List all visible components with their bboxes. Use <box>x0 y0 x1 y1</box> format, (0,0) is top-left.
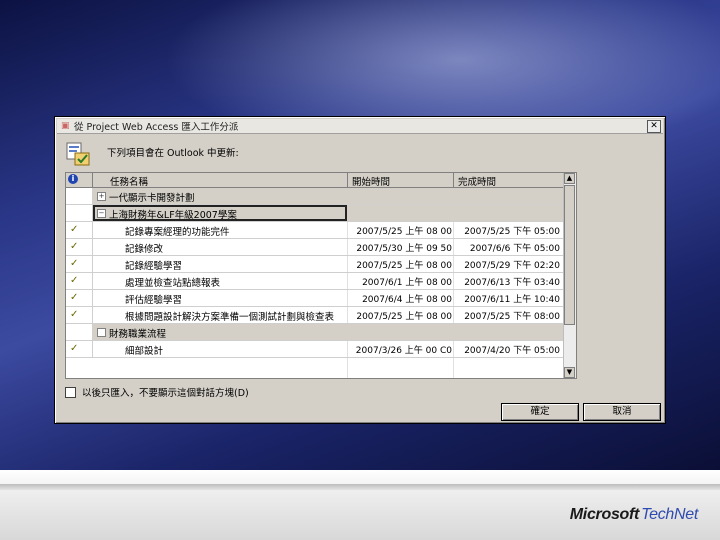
dialog-titlebar[interactable]: ▣ 從 Project Web Access 匯入工作分派 ✕ <box>57 119 663 134</box>
task-name: 記錄修改 <box>125 244 164 255</box>
column-header-name[interactable]: 任務名稱 <box>110 174 148 188</box>
task-name: 細部設計 <box>125 346 164 357</box>
table-row[interactable]: ✓ 記錄專案經理的功能完件 2007/5/25 上午 08 00 2007/5/… <box>66 222 576 239</box>
task-name: 評估經驗學習 <box>125 295 183 306</box>
task-start: 2007/6/1 上午 08 00 <box>362 278 452 288</box>
task-check-icon: ✓ <box>70 343 79 354</box>
assignments-grid: i 任務名稱 開始時間 完成時間 + 一代顯示卡開發計劃 − 上海財務年&LF年… <box>65 172 577 379</box>
app-icon: ▣ <box>61 121 70 131</box>
task-check-icon: ✓ <box>70 241 79 252</box>
task-end: 2007/4/20 下午 05:00 <box>464 346 560 356</box>
info-icon: i <box>68 174 78 184</box>
task-end: 2007/5/25 下午 05:00 <box>464 227 560 237</box>
suppress-dialog-label: 以後只匯入，不要顯示這個對話方塊(D) <box>82 388 249 399</box>
task-check-icon: ✓ <box>70 309 79 320</box>
suppress-dialog-option[interactable]: 以後只匯入，不要顯示這個對話方塊(D) <box>65 385 249 399</box>
ok-button[interactable]: 確定 <box>501 403 579 421</box>
cancel-button[interactable]: 取消 <box>583 403 661 421</box>
task-name: 記錄專案經理的功能完件 <box>125 227 230 238</box>
expand-icon[interactable]: + <box>97 192 106 201</box>
task-rows: + 一代顯示卡開發計劃 − 上海財務年&LF年級2007學案 ✓ 記錄專案經理的… <box>66 188 576 358</box>
task-start: 2007/5/25 上午 08 00 <box>356 312 452 322</box>
task-start: 2007/6/4 上午 08 00 <box>362 295 452 305</box>
task-end: 2007/6/6 下午 05:00 <box>469 244 560 254</box>
task-check-icon: ✓ <box>70 224 79 235</box>
technet-logo: Microsoft TechNet <box>569 506 699 524</box>
column-header-end[interactable]: 完成時間 <box>458 174 496 188</box>
table-row[interactable]: − 上海財務年&LF年級2007學案 <box>66 205 576 222</box>
table-row[interactable]: ✓ 根據問題設計解決方案準備一個測試計劃與檢查表 2007/5/25 上午 08… <box>66 307 576 324</box>
import-assignments-dialog: ▣ 從 Project Web Access 匯入工作分派 ✕ 下列項目會在 O… <box>54 116 666 424</box>
task-start: 2007/5/25 上午 08 00 <box>356 227 452 237</box>
task-name: 上海財務年&LF年級2007學案 <box>109 210 237 221</box>
task-start: 2007/5/30 上午 09 50 <box>356 244 452 254</box>
task-check-icon: ✓ <box>70 292 79 303</box>
table-row[interactable]: ✓ 處理並檢查站點總報表 2007/6/1 上午 08 00 2007/6/13… <box>66 273 576 290</box>
close-button[interactable]: ✕ <box>647 120 661 133</box>
brand-suffix: TechNet <box>641 506 698 523</box>
update-prompt: 下列項目會在 Outlook 中更新: <box>107 148 239 159</box>
table-row[interactable]: ✓ 記錄經驗學習 2007/5/25 上午 08 00 2007/5/29 下午… <box>66 256 576 273</box>
task-start: 2007/5/25 上午 08 00 <box>356 261 452 271</box>
task-check-icon: ✓ <box>70 275 79 286</box>
task-sync-icon <box>66 142 90 166</box>
suppress-dialog-checkbox[interactable] <box>65 386 76 398</box>
brand-name: Microsoft <box>569 506 640 523</box>
task-name: 記錄經驗學習 <box>125 261 183 272</box>
table-row[interactable]: ✓ 細部設計 2007/3/26 上午 00 C0 2007/4/20 下午 0… <box>66 341 576 358</box>
grid-header: i 任務名稱 開始時間 完成時間 <box>66 173 576 188</box>
table-row[interactable]: ✓ 記錄修改 2007/5/30 上午 09 50 2007/6/6 下午 05… <box>66 239 576 256</box>
task-name: 根據問題設計解決方案準備一個測試計劃與檢查表 <box>125 312 335 323</box>
task-check-icon: ✓ <box>70 258 79 269</box>
table-row[interactable]: ✓ 評估經驗學習 2007/6/4 上午 08 00 2007/6/11 上午 … <box>66 290 576 307</box>
vertical-scrollbar[interactable]: ▲ ▼ <box>563 173 576 378</box>
task-name: 一代顯示卡開發計劃 <box>109 193 195 204</box>
task-start: 2007/3/26 上午 00 C0 <box>355 346 452 356</box>
scroll-down-icon[interactable]: ▼ <box>564 367 575 378</box>
table-row[interactable]: + 一代顯示卡開發計劃 <box>66 188 576 205</box>
scroll-up-icon[interactable]: ▲ <box>564 173 575 184</box>
task-name: 處理並檢查站點總報表 <box>125 278 221 289</box>
task-end: 2007/5/29 下午 02:20 <box>464 261 560 271</box>
slide-footer: Microsoft TechNet <box>0 470 720 540</box>
dialog-title: 從 Project Web Access 匯入工作分派 <box>74 122 239 133</box>
task-end: 2007/6/11 上午 10:40 <box>464 295 560 305</box>
task-end: 2007/6/13 下午 03:40 <box>464 278 560 288</box>
column-header-start[interactable]: 開始時間 <box>352 174 390 188</box>
task-end: 2007/5/25 下午 08:00 <box>464 312 560 322</box>
table-row[interactable]: 財務職業流程 <box>66 324 576 341</box>
collapse-icon[interactable]: − <box>97 209 106 218</box>
collapse-icon[interactable] <box>97 328 106 337</box>
scroll-thumb[interactable] <box>564 185 575 325</box>
task-name: 財務職業流程 <box>109 329 167 340</box>
